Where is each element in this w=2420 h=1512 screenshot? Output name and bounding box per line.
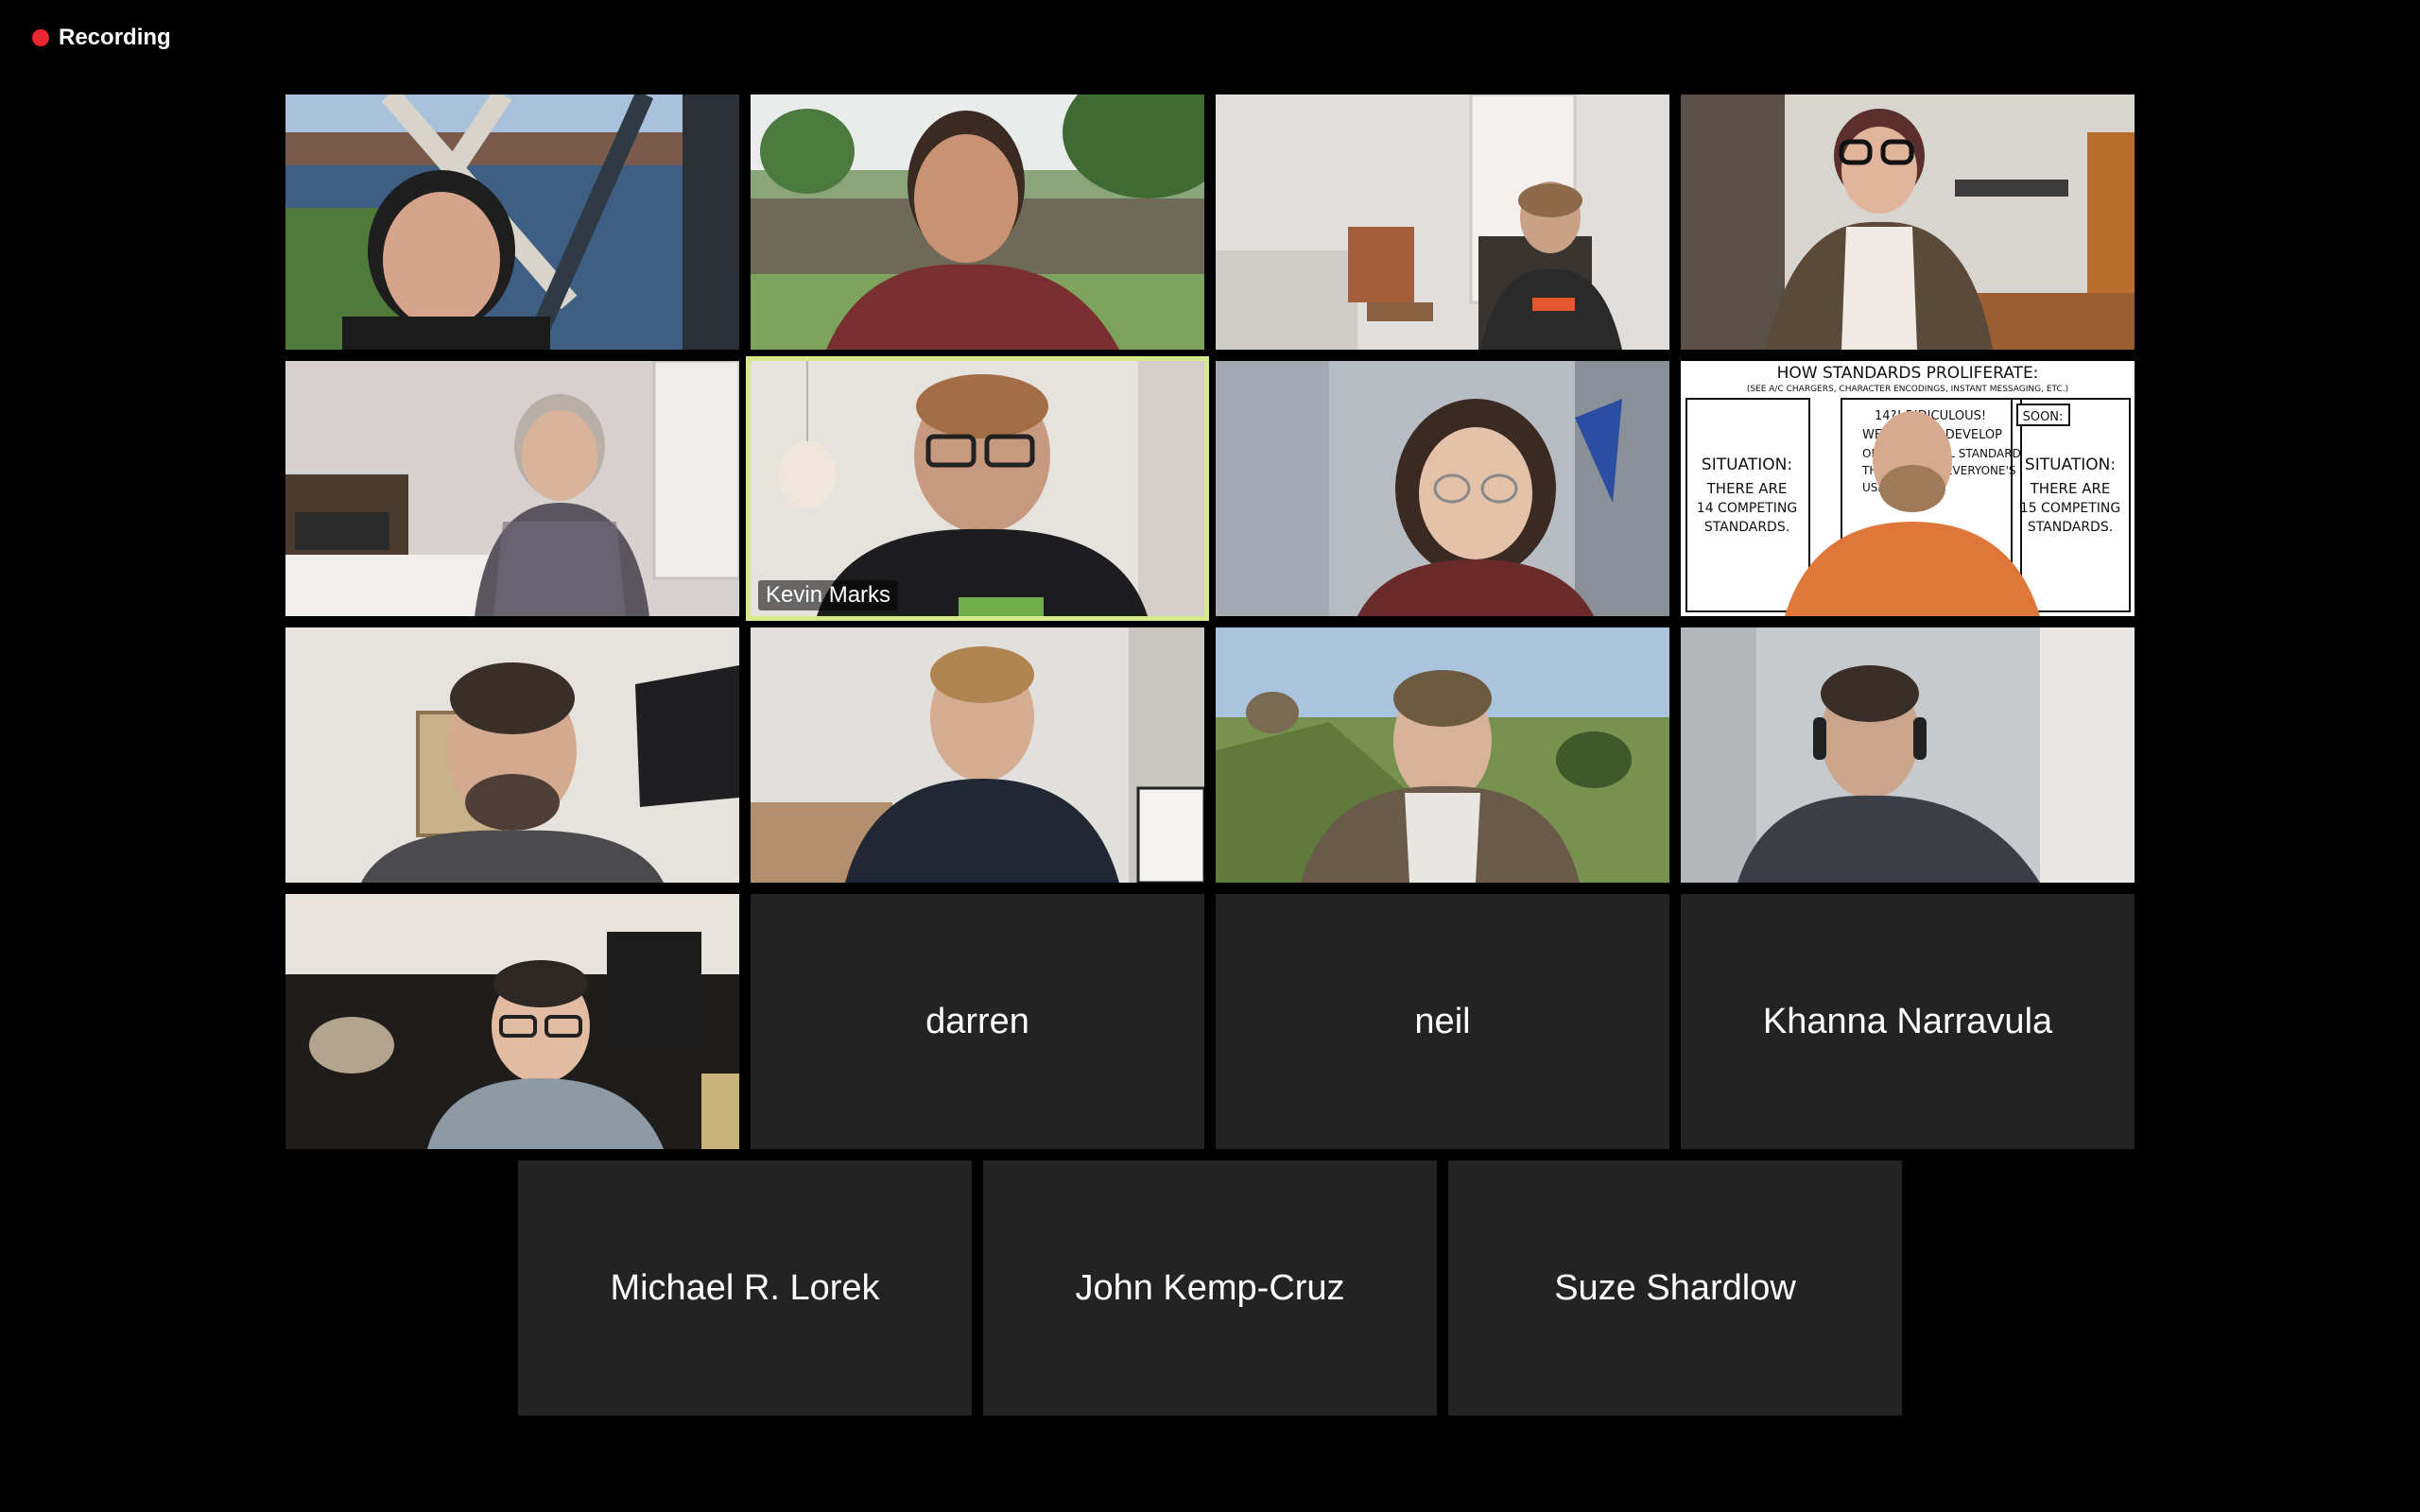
participant-video-feed bbox=[1681, 94, 2135, 350]
participant-tile-video-off[interactable]: neil bbox=[1216, 894, 1669, 1149]
participant-name: Khanna Narravula bbox=[1762, 1001, 2053, 1041]
participant-name: Michael R. Lorek bbox=[610, 1267, 880, 1308]
participant-video-feed bbox=[751, 94, 1204, 350]
participant-tile[interactable] bbox=[1216, 627, 1669, 883]
comic-panel3-line2: THERE ARE bbox=[2030, 480, 2111, 497]
recording-label: Recording bbox=[59, 25, 171, 50]
participant-tile-video-off[interactable]: darren bbox=[751, 894, 1204, 1149]
comic-panel1-line4: STANDARDS. bbox=[1704, 520, 1789, 535]
participant-video-feed bbox=[285, 94, 739, 350]
participant-tile[interactable] bbox=[751, 94, 1204, 350]
participant-name: neil bbox=[1414, 1001, 1471, 1041]
participant-video-feed: HOW STANDARDS PROLIFERATE: (SEE A/C CHAR… bbox=[1681, 361, 2135, 616]
participant-tile[interactable] bbox=[1216, 361, 1669, 616]
participant-tile[interactable] bbox=[1681, 627, 2135, 883]
participant-tile-video-off[interactable]: Khanna Narravula bbox=[1681, 894, 2135, 1149]
participant-video-feed bbox=[1216, 94, 1669, 350]
participant-video-feed bbox=[285, 361, 739, 616]
comic-panel1-line2: THERE ARE bbox=[1706, 480, 1788, 497]
participant-name: darren bbox=[925, 1001, 1029, 1041]
participant-name: Suze Shardlow bbox=[1554, 1267, 1796, 1308]
comic-subtitle: (SEE A/C CHARGERS, CHARACTER ENCODINGS, … bbox=[1747, 385, 2068, 394]
participant-tile-video-off[interactable]: Michael R. Lorek bbox=[518, 1160, 972, 1416]
comic-title: HOW STANDARDS PROLIFERATE: bbox=[1777, 364, 2039, 383]
recording-dot-icon bbox=[32, 29, 49, 46]
participant-tile-active-speaker[interactable]: Kevin Marks bbox=[746, 356, 1209, 621]
meeting-gallery-view: Recording Kevin Marks HOW STANDARDS PROL… bbox=[0, 0, 2420, 1512]
comic-panel3-line3: 15 COMPETING bbox=[2020, 501, 2120, 516]
participant-video-feed bbox=[751, 361, 1204, 616]
participant-video-feed bbox=[1681, 627, 2135, 883]
participant-tile[interactable]: HOW STANDARDS PROLIFERATE: (SEE A/C CHAR… bbox=[1681, 361, 2135, 616]
participant-tile[interactable] bbox=[285, 627, 739, 883]
comic-panel1-line1: SITUATION: bbox=[1702, 455, 1792, 474]
participant-tile-video-off[interactable]: John Kemp-Cruz bbox=[983, 1160, 1437, 1416]
participant-tile[interactable] bbox=[285, 361, 739, 616]
participant-video-feed bbox=[751, 627, 1204, 883]
recording-indicator[interactable]: Recording bbox=[32, 25, 171, 51]
comic-panel3-line1: SITUATION: bbox=[2025, 455, 2116, 474]
comic-panel1-line3: 14 COMPETING bbox=[1697, 501, 1797, 516]
participant-tile[interactable] bbox=[285, 894, 739, 1149]
participant-tile[interactable] bbox=[1681, 94, 2135, 350]
comic-panel3-line4: STANDARDS. bbox=[2028, 520, 2113, 535]
participant-name-label: Kevin Marks bbox=[758, 580, 899, 610]
participant-tile-video-off[interactable]: Suze Shardlow bbox=[1448, 1160, 1902, 1416]
participant-video-feed bbox=[1216, 361, 1669, 616]
participant-video-feed bbox=[285, 894, 739, 1149]
participant-tile[interactable] bbox=[1216, 94, 1669, 350]
participant-tile[interactable] bbox=[285, 94, 739, 350]
participant-tile[interactable] bbox=[751, 627, 1204, 883]
participant-name: John Kemp-Cruz bbox=[1075, 1267, 1345, 1308]
participant-video-feed bbox=[285, 627, 739, 883]
comic-panel3-tag: SOON: bbox=[2023, 410, 2064, 424]
participant-video-feed bbox=[1216, 627, 1669, 883]
